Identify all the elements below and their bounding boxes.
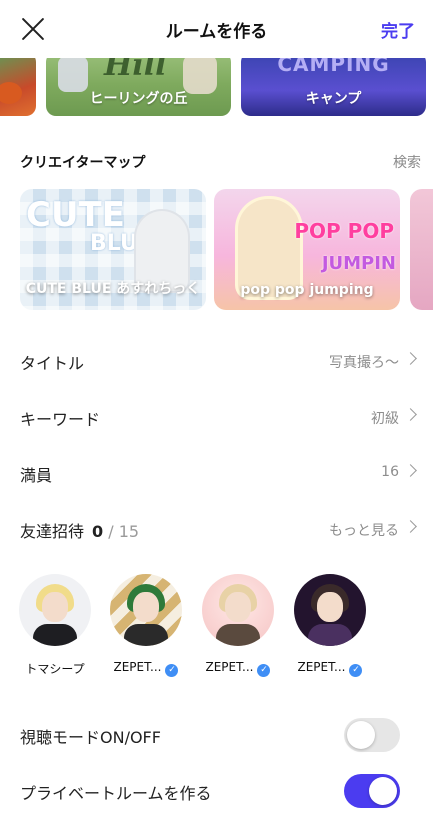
row-label: 満員 (20, 466, 53, 485)
chevron-right-icon (404, 408, 417, 421)
avatar-face (317, 592, 343, 622)
avatar-face (133, 592, 159, 622)
avatar (202, 574, 274, 646)
page-title: ルームを作る (165, 22, 268, 42)
verified-badge-icon: ✓ (349, 664, 363, 677)
avatar-face (42, 592, 68, 622)
card-art-text: CUTE (26, 195, 125, 235)
avatar-body (308, 624, 352, 646)
card-art-text: JUMPIN (321, 253, 396, 274)
card-label: キャンプ (305, 91, 362, 107)
row-label: 視聴モードON/OFF (20, 728, 161, 747)
card-label: ヒーリングの丘 (89, 91, 188, 107)
avatar (294, 574, 366, 646)
avatar (19, 574, 91, 646)
avatar-body (216, 624, 260, 646)
toggle-knob (347, 721, 375, 749)
friend-name: ZEPET... ✓ (192, 660, 284, 677)
row-value: 写真撮ろ〜 (329, 355, 399, 371)
card-art-text: Hill (104, 58, 167, 83)
card-art-text: CAMPING (277, 58, 390, 76)
keyword-setting-row[interactable]: キーワード 初級 (20, 388, 417, 444)
room-template-card[interactable] (0, 58, 36, 116)
search-link[interactable]: 検索 (393, 152, 421, 172)
card-label: CUTE BLUE あすれちっく (25, 281, 201, 297)
avatar-body (33, 624, 77, 646)
avatar-body (124, 624, 168, 646)
private-room-row: プライベートルームを作る (20, 762, 417, 818)
chevron-right-icon (404, 520, 417, 533)
room-template-card-healing-hill[interactable]: Hill ヒーリングの丘 (46, 58, 231, 116)
friend-name: ZEPET... ✓ (100, 660, 192, 677)
row-label: プライベートルームを作る (20, 784, 212, 803)
chevron-right-icon (404, 352, 417, 365)
room-template-carousel: Hill ヒーリングの丘 CAMPING キャンプ (0, 58, 433, 118)
friend-name: トマシープ (25, 662, 85, 676)
top-bar: ルームを作る 完了 (0, 0, 433, 58)
invite-count: 0 (92, 522, 104, 541)
creator-maps-carousel: CUTE BLUE CUTE BLUE あすれちっく POP POP JUMPI… (0, 189, 433, 310)
private-room-toggle[interactable] (344, 774, 400, 808)
title-setting-row[interactable]: タイトル 写真撮ろ〜 (20, 332, 417, 388)
card-label: pop pop jumping (240, 282, 374, 298)
viewing-mode-toggle[interactable] (344, 718, 400, 752)
row-label: キーワード (20, 410, 101, 429)
avatar-face (225, 592, 251, 622)
verified-badge-icon: ✓ (165, 664, 179, 677)
verified-badge-icon: ✓ (257, 664, 271, 677)
chevron-right-icon (404, 464, 417, 477)
row-label: タイトル (20, 354, 85, 373)
card-artwork (58, 58, 88, 92)
friend-list: トマシープ ZEPET... ✓ ZEPET... ✓ ZEPET... ✓ (0, 568, 433, 678)
friend-name: ZEPET... ✓ (284, 660, 376, 677)
creator-map-card-cute-blue[interactable]: CUTE BLUE CUTE BLUE あすれちっく (20, 189, 206, 310)
room-template-card-camping[interactable]: CAMPING キャンプ (241, 58, 426, 116)
avatar (110, 574, 182, 646)
creator-map-card-pop-pop-jumping[interactable]: POP POP JUMPIN pop pop jumping (214, 189, 400, 310)
invite-friends-row[interactable]: 友達招待 0 / 15 もっと見る (20, 500, 417, 556)
done-button[interactable]: 完了 (381, 17, 415, 42)
row-label: 友達招待 0 / 15 (20, 518, 139, 542)
row-value: 16 (381, 464, 399, 480)
capacity-setting-row[interactable]: 満員 16 (20, 444, 417, 500)
creator-maps-header: クリエイターマップ 検索 (20, 151, 421, 171)
row-value: 初級 (371, 411, 399, 427)
invite-total: / 15 (108, 522, 140, 541)
section-title: クリエイターマップ (20, 155, 146, 171)
creator-map-card[interactable] (410, 189, 433, 310)
viewing-mode-row: 視聴モードON/OFF (20, 706, 417, 762)
toggle-knob (369, 777, 397, 805)
see-more-link[interactable]: もっと見る (329, 520, 399, 540)
invite-label: 友達招待 (20, 522, 85, 541)
card-art-text: POP POP (294, 219, 394, 243)
